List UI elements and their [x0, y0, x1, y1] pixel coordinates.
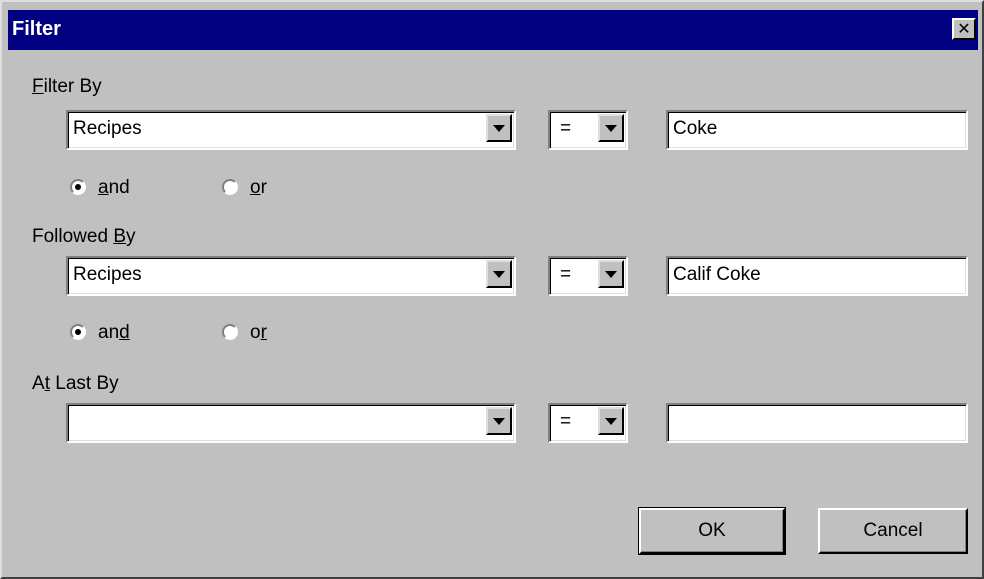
- at-last-by-value-input[interactable]: [666, 403, 968, 443]
- at-last-by-label: At Last By: [32, 373, 119, 394]
- connector-1-or-label[interactable]: or: [250, 177, 267, 199]
- connector-1-or-radio[interactable]: [222, 179, 238, 195]
- connector-2-and-label[interactable]: and: [98, 322, 130, 344]
- filter-by-field-dropdown[interactable]: Recipes: [66, 110, 516, 150]
- followed-by-operator-value: =: [560, 264, 572, 285]
- ok-button-label: OK: [698, 520, 726, 541]
- connector-2-and-radio[interactable]: [70, 324, 86, 340]
- filter-by-operator-dropdown-button[interactable]: [598, 114, 624, 142]
- followed-by-field-value: Recipes: [73, 264, 142, 285]
- filter-by-operator-value: =: [560, 118, 572, 139]
- cancel-button-label: Cancel: [863, 520, 923, 541]
- at-last-by-operator-value: =: [560, 411, 572, 432]
- connector-2-or-radio[interactable]: [222, 324, 238, 340]
- filter-by-value-text: Coke: [673, 118, 718, 139]
- connector-2-or-label[interactable]: or: [250, 322, 267, 344]
- chevron-down-icon: [605, 125, 617, 132]
- close-button[interactable]: ✕: [952, 18, 976, 40]
- at-last-by-field-dropdown-button[interactable]: [486, 407, 512, 435]
- chevron-down-icon: [493, 125, 505, 132]
- followed-by-value-text: Calif Coke: [673, 264, 761, 285]
- connector-1-and-label[interactable]: and: [98, 177, 130, 199]
- followed-by-operator-dropdown-button[interactable]: [598, 260, 624, 288]
- filter-by-label: Filter By: [32, 76, 102, 97]
- filter-by-field-dropdown-button[interactable]: [486, 114, 512, 142]
- followed-by-operator-dropdown[interactable]: =: [548, 256, 628, 296]
- chevron-down-icon: [605, 418, 617, 425]
- chevron-down-icon: [493, 271, 505, 278]
- followed-by-field-dropdown-button[interactable]: [486, 260, 512, 288]
- chevron-down-icon: [493, 418, 505, 425]
- connector-1-and-radio[interactable]: [70, 179, 86, 195]
- filter-by-field-value: Recipes: [73, 118, 142, 139]
- filter-dialog: Filter ✕ Filter By Recipes = Coke and or…: [0, 0, 984, 579]
- at-last-by-operator-dropdown-button[interactable]: [598, 407, 624, 435]
- at-last-by-operator-dropdown[interactable]: =: [548, 403, 628, 443]
- at-last-by-field-dropdown[interactable]: [66, 403, 516, 443]
- filter-by-operator-dropdown[interactable]: =: [548, 110, 628, 150]
- window-title: Filter: [12, 18, 61, 40]
- close-icon: ✕: [957, 19, 971, 38]
- cancel-button[interactable]: Cancel: [818, 508, 968, 554]
- followed-by-label: Followed By: [32, 226, 136, 247]
- filter-by-value-input[interactable]: Coke: [666, 110, 968, 150]
- followed-by-field-dropdown[interactable]: Recipes: [66, 256, 516, 296]
- title-bar[interactable]: Filter ✕: [8, 10, 978, 50]
- followed-by-value-input[interactable]: Calif Coke: [666, 256, 968, 296]
- chevron-down-icon: [605, 271, 617, 278]
- ok-button[interactable]: OK: [638, 507, 786, 555]
